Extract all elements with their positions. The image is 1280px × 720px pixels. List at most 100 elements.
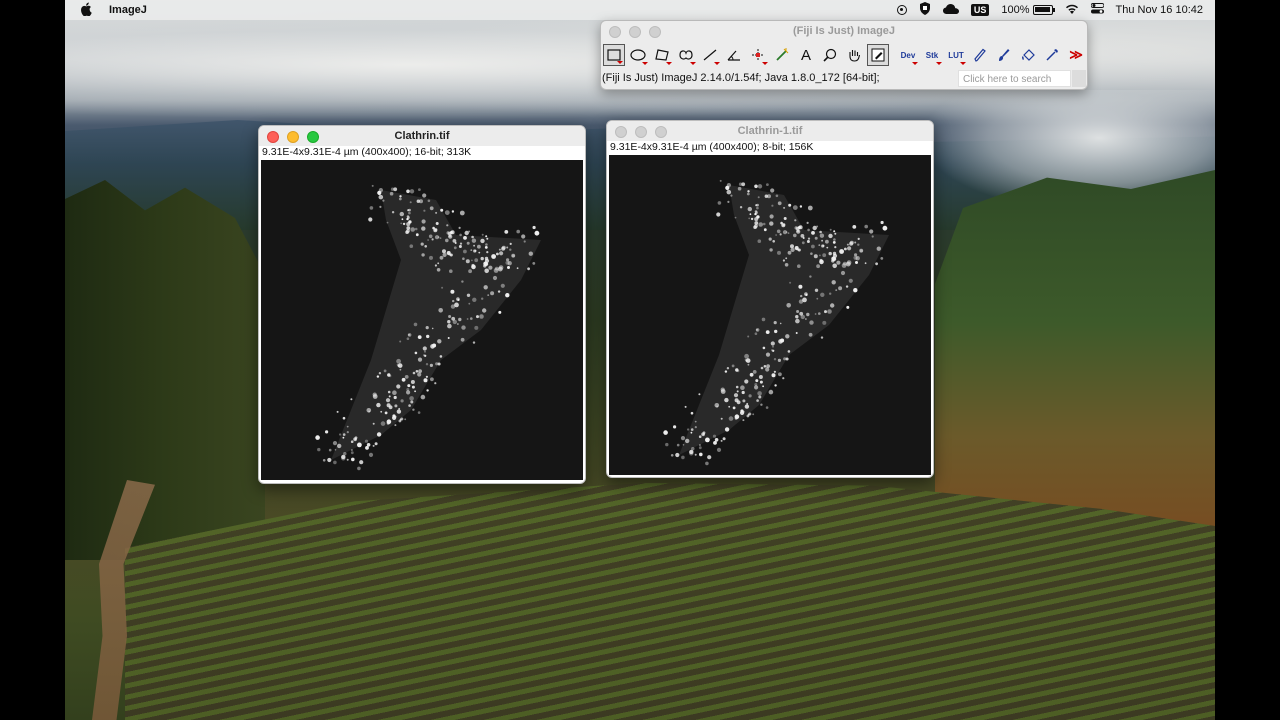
fluorescent-spot <box>402 222 406 226</box>
pencil-tool[interactable] <box>969 44 991 66</box>
dev-tool[interactable]: Dev <box>897 44 919 66</box>
text-tool[interactable]: A <box>795 44 817 66</box>
fluorescent-spot <box>407 384 411 388</box>
rectangle-tool[interactable] <box>603 44 625 66</box>
close-button[interactable] <box>615 126 627 138</box>
minimize-button[interactable] <box>287 131 299 143</box>
search-scrollbar[interactable] <box>1072 70 1086 87</box>
fluorescent-spot <box>754 210 758 213</box>
fluorescent-spot <box>420 394 426 400</box>
oval-tool[interactable] <box>627 44 649 66</box>
wand-tool[interactable] <box>771 44 793 66</box>
angle-tool[interactable] <box>723 44 745 66</box>
fluorescent-spot <box>404 418 407 421</box>
image-window-clathrin[interactable]: Clathrin.tif 9.31E-4x9.31E-4 µm (400x400… <box>258 125 586 484</box>
apple-icon[interactable] <box>79 2 93 19</box>
fluorescent-spot <box>796 310 800 313</box>
flood-fill-tool[interactable] <box>1017 44 1039 66</box>
color-picker-tool[interactable] <box>867 44 889 66</box>
fluorescent-spot <box>398 197 402 201</box>
close-button[interactable] <box>609 26 621 38</box>
fluorescent-spot <box>417 357 423 362</box>
fluorescent-spot <box>401 218 404 221</box>
minimize-button[interactable] <box>629 26 641 38</box>
fluorescent-spot <box>818 312 821 315</box>
fluorescent-spot <box>393 395 397 400</box>
zoom-button[interactable] <box>649 26 661 38</box>
fluorescent-spot <box>473 244 475 247</box>
image-canvas[interactable] <box>609 155 931 475</box>
fluorescent-spot <box>408 404 411 407</box>
image-window-titlebar[interactable]: Clathrin-1.tif <box>607 121 933 141</box>
app-menu-name[interactable]: ImageJ <box>109 4 147 16</box>
zoom-button[interactable] <box>655 126 667 138</box>
fluorescent-spot <box>754 212 757 216</box>
input-source-badge[interactable]: US <box>970 4 990 16</box>
fluorescent-spot <box>451 316 456 321</box>
image-canvas[interactable] <box>261 160 583 480</box>
more-tools-button[interactable]: ≫ <box>1065 44 1087 66</box>
wifi-icon[interactable] <box>1065 4 1079 17</box>
dropper-tool[interactable] <box>1041 44 1063 66</box>
fluorescent-spot <box>698 446 702 450</box>
fluorescent-spot <box>816 264 820 269</box>
fluorescent-spot <box>790 247 795 252</box>
fluorescent-spot <box>848 278 853 283</box>
image-window-titlebar[interactable]: Clathrin.tif <box>259 126 585 146</box>
fluorescent-spot <box>845 285 849 288</box>
hand-tool[interactable] <box>843 44 865 66</box>
fluorescent-spot <box>418 369 422 373</box>
fluorescent-spot <box>466 241 470 245</box>
fluorescent-spot <box>712 434 717 438</box>
fluorescent-spot <box>748 394 752 398</box>
fluorescent-spot <box>442 252 447 257</box>
fluorescent-spot <box>389 374 392 378</box>
fluorescent-spot <box>820 336 824 339</box>
fluorescent-spot <box>377 190 382 195</box>
imagej-titlebar[interactable]: (Fiji Is Just) ImageJ <box>601 21 1087 41</box>
multipoint-tool[interactable] <box>747 44 769 66</box>
polygon-tool[interactable] <box>651 44 673 66</box>
fluorescent-spot <box>453 246 457 250</box>
image-window-clathrin-1[interactable]: Clathrin-1.tif 9.31E-4x9.31E-4 µm (400x4… <box>606 120 934 478</box>
fluorescent-spot <box>396 384 401 389</box>
fluorescent-spot <box>398 419 402 423</box>
fluorescent-spot <box>773 321 777 325</box>
freehand-tool[interactable] <box>675 44 697 66</box>
fluorescent-spot <box>424 245 427 248</box>
fluorescent-spot <box>350 451 354 455</box>
lut-tool[interactable]: LUT <box>945 44 967 66</box>
brush-tool[interactable] <box>993 44 1015 66</box>
fluorescent-spot <box>744 404 750 409</box>
fluorescent-spot <box>346 431 349 434</box>
fluorescent-spot <box>834 232 837 235</box>
letterbox-right <box>1215 0 1280 720</box>
stk-tool[interactable]: Stk <box>921 44 943 66</box>
close-button[interactable] <box>267 131 279 143</box>
line-tool[interactable] <box>699 44 721 66</box>
fluorescent-spot <box>772 345 774 348</box>
fluorescent-spot <box>448 234 453 239</box>
shield-icon[interactable] <box>919 2 931 18</box>
fluorescent-spot <box>795 315 799 319</box>
search-input[interactable]: Click here to search <box>958 70 1071 87</box>
fluorescent-spot <box>765 330 770 334</box>
control-center-icon[interactable] <box>1090 3 1105 17</box>
wallpaper-vineyard <box>125 483 1215 720</box>
magnifier-tool[interactable] <box>819 44 841 66</box>
fluorescent-spot <box>832 241 836 244</box>
menu-bar-clock[interactable]: Thu Nov 16 10:42 <box>1116 4 1203 16</box>
fluorescent-spot <box>716 212 721 217</box>
minimize-button[interactable] <box>635 126 647 138</box>
battery-status[interactable]: 100% <box>1001 4 1055 16</box>
screen-record-icon[interactable] <box>896 5 907 15</box>
cloud-icon[interactable] <box>942 3 959 17</box>
image-info-line: 9.31E-4x9.31E-4 µm (400x400); 16-bit; 31… <box>259 146 585 159</box>
fluorescent-spot <box>437 262 440 265</box>
zoom-button[interactable] <box>307 131 319 143</box>
fluorescent-spot <box>432 343 437 348</box>
fluorescent-spot <box>458 245 462 248</box>
fluorescent-spot <box>425 375 428 378</box>
fluorescent-spot <box>800 294 803 298</box>
fluorescent-spot <box>450 304 456 309</box>
